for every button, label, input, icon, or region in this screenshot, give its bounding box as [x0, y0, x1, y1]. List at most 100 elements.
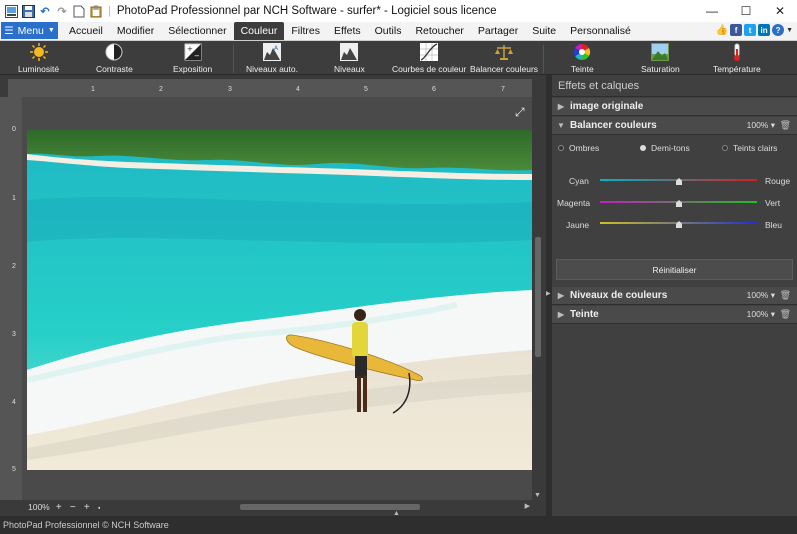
ruler-label: 7 [501, 86, 505, 93]
tab-7[interactable]: Retoucher [408, 22, 470, 40]
status-text: PhotoPad Professionnel © NCH Software [3, 520, 169, 530]
tab-2[interactable]: Sélectionner [161, 22, 233, 40]
paste-icon[interactable] [89, 4, 103, 18]
chevron-down-icon[interactable]: ▼ [552, 121, 570, 130]
levels-button[interactable]: Niveaux [334, 43, 365, 74]
panel-title: Effets et calques [552, 75, 797, 97]
ruler-label: 5 [12, 466, 16, 473]
yellow-label: Jaune [566, 220, 590, 230]
minimize-button[interactable]: — [695, 0, 729, 22]
ruler-label: 3 [228, 86, 232, 93]
vertical-scrollbar[interactable]: ▼ [532, 97, 544, 501]
photo-canvas[interactable] [27, 130, 532, 470]
layer-color-balance[interactable]: ▼ Balancer couleurs 100% ▾ 🗑 [552, 117, 797, 135]
radio-dot [722, 145, 728, 151]
layer-name: Balancer couleurs [570, 120, 657, 131]
zoom-in-button[interactable]: + [54, 502, 64, 513]
help-icon[interactable]: ? [772, 24, 785, 36]
temperature-label: Température [713, 64, 761, 74]
tab-10[interactable]: Personnalisé [563, 22, 638, 40]
contrast-button[interactable]: Contraste [96, 43, 133, 74]
green-label: Vert [765, 198, 781, 208]
tab-1[interactable]: Modifier [110, 22, 161, 40]
close-button[interactable]: ✕ [763, 0, 797, 22]
temperature-button[interactable]: Température [713, 43, 761, 74]
ruler-label: 4 [296, 86, 300, 93]
maximize-button[interactable]: ☐ [729, 0, 763, 22]
chevron-right-icon[interactable]: ▶ [552, 102, 570, 111]
color-curves-button[interactable]: Courbes de couleur [392, 43, 466, 74]
chevron-right-icon[interactable]: ▶ [546, 290, 551, 297]
exposure-button[interactable]: + − Exposition [173, 43, 212, 74]
thumbs-up-icon[interactable]: 👍 [716, 24, 728, 36]
save-icon[interactable] [21, 4, 35, 18]
menu-button[interactable]: ☰ Menu ▼ [1, 22, 58, 39]
brightness-button[interactable]: Luminosité [18, 43, 59, 74]
hue-button[interactable]: Teinte [571, 43, 594, 74]
layer-opacity[interactable]: 100% ▾ [747, 309, 775, 320]
auto-levels-button[interactable]: A Niveaux auto. [246, 43, 298, 74]
facebook-icon[interactable]: f [730, 24, 743, 36]
chevron-right-icon[interactable]: ▶ [552, 310, 570, 319]
delete-icon[interactable]: 🗑 [780, 309, 791, 320]
ruler-label: 6 [432, 86, 436, 93]
undo-icon[interactable]: ↶ [38, 4, 52, 18]
tab-4[interactable]: Filtres [284, 22, 327, 40]
tab-3[interactable]: Couleur [233, 22, 285, 40]
layer-opacity-value: 100% [746, 290, 769, 300]
new-icon[interactable] [72, 4, 86, 18]
radio-highlights[interactable]: Teints clairs [722, 143, 777, 153]
twitter-icon[interactable]: t [744, 24, 757, 36]
auto-levels-label: Niveaux auto. [246, 64, 298, 74]
exposure-icon: + − [183, 43, 203, 61]
red-label: Rouge [765, 176, 791, 186]
radio-label: Ombres [569, 143, 600, 153]
zoom-plus-button[interactable]: + [82, 502, 92, 513]
horizontal-scrollbar[interactable]: ▶ [100, 503, 532, 511]
ruler-label: 1 [91, 86, 95, 93]
radio-label: Demi-tons [651, 143, 690, 153]
layer-original[interactable]: ▶ image originale [552, 98, 797, 116]
tab-0[interactable]: Accueil [62, 22, 110, 40]
hue-label: Teinte [571, 64, 594, 74]
sun-icon [29, 43, 49, 61]
blue-label: Bleu [765, 220, 783, 230]
layer-opacity[interactable]: 100% ▾ [747, 120, 775, 131]
tab-6[interactable]: Outils [368, 22, 409, 40]
contrast-label: Contraste [96, 64, 133, 74]
fullscreen-icon[interactable]: ⤢ [515, 105, 525, 120]
radio-shadows[interactable]: Ombres [558, 143, 599, 153]
ruler-label: 5 [364, 86, 368, 93]
menu-button-label: Menu [17, 24, 44, 37]
hue-wheel-icon [572, 43, 592, 61]
redo-icon[interactable]: ↷ [55, 4, 69, 18]
scroll-right-icon[interactable]: ▶ [525, 502, 530, 510]
tab-8[interactable]: Partager [471, 22, 525, 40]
svg-text:+: + [187, 45, 193, 53]
layer-hue[interactable]: ▶ Teinte 100% ▾ 🗑 [552, 306, 797, 324]
color-balance-icon [494, 43, 514, 61]
delete-icon[interactable]: 🗑 [780, 290, 791, 301]
chevron-down-icon[interactable]: ▼ [786, 27, 793, 34]
status-bar: PhotoPad Professionnel © NCH Software [0, 516, 797, 534]
zoom-out-button[interactable]: − [68, 502, 78, 513]
tab-5[interactable]: Effets [327, 22, 368, 40]
tab-9[interactable]: Suite [525, 22, 563, 40]
layer-opacity-value: 100% [746, 120, 769, 130]
hamburger-icon: ☰ [4, 24, 14, 37]
radio-midtones[interactable]: Demi-tons [640, 143, 690, 153]
reset-button[interactable]: Réinitialiser [556, 259, 793, 280]
layer-color-levels[interactable]: ▶ Niveaux de couleurs 100% ▾ 🗑 [552, 287, 797, 305]
levels-label: Niveaux [334, 64, 365, 74]
chevron-right-icon[interactable]: ▶ [552, 291, 570, 300]
saturation-button[interactable]: Saturation [641, 43, 680, 74]
layer-opacity[interactable]: 100% ▾ [747, 290, 775, 301]
delete-icon[interactable]: 🗑 [780, 120, 791, 131]
scroll-down-icon[interactable]: ▼ [534, 492, 541, 499]
app-icon[interactable] [4, 4, 18, 18]
color-balance-button[interactable]: Balancer couleurs [470, 43, 538, 74]
linkedin-icon[interactable]: in [758, 24, 771, 36]
vertical-scroll-thumb[interactable] [535, 237, 541, 357]
zoom-level[interactable]: 100% [28, 502, 50, 512]
radio-dot [640, 145, 646, 151]
